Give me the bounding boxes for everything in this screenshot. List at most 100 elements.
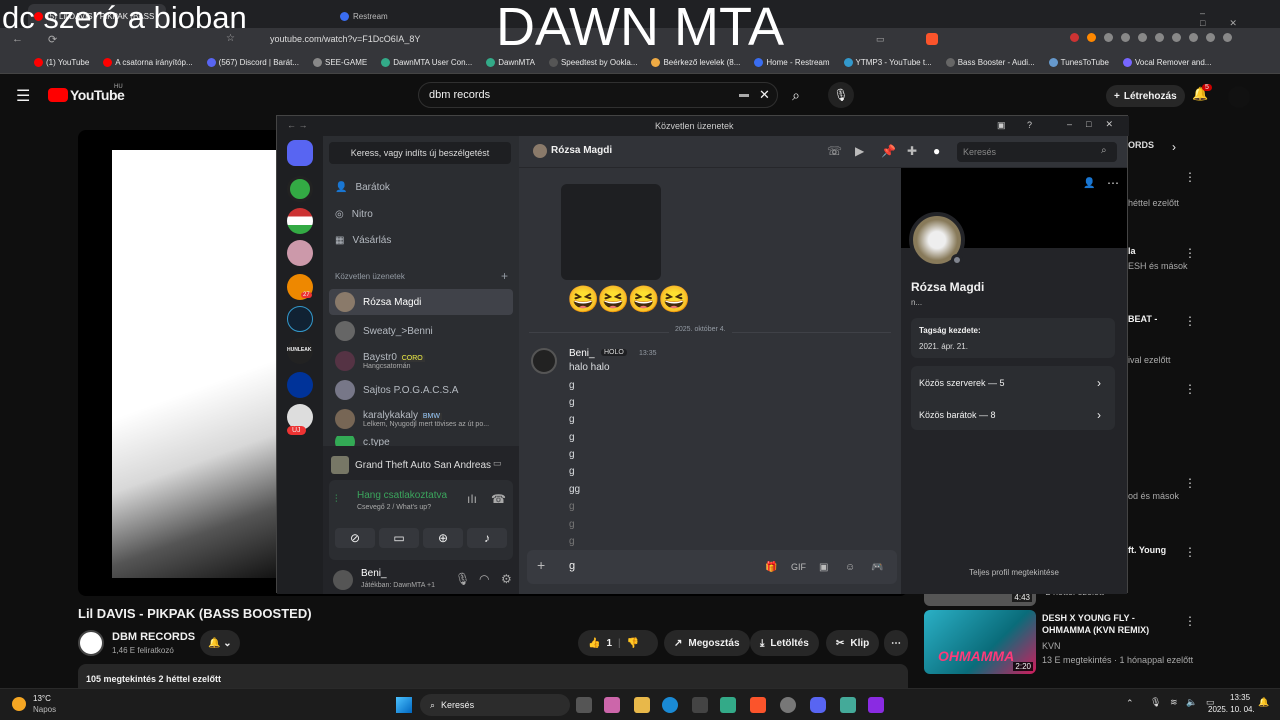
more-vert-icon[interactable]: ⋮ xyxy=(1184,476,1196,490)
weather-sun-icon[interactable] xyxy=(12,697,26,711)
search-input[interactable]: dbm records ▬ ✕ xyxy=(418,82,778,108)
user-profile-icon[interactable]: ● xyxy=(933,144,940,158)
user-avatar[interactable] xyxy=(333,570,353,590)
server-icon[interactable]: HUNLEAK xyxy=(287,338,313,364)
gift-icon[interactable]: 🎁 xyxy=(765,562,777,573)
app-icon[interactable] xyxy=(868,697,884,713)
subscribed-bell-button[interactable]: 🔔 ⌄ xyxy=(200,630,240,656)
screenshot-attachment[interactable] xyxy=(561,184,661,280)
dm-item[interactable]: karalykakaly BMW Lelkem, Nyugodjl mert tö… xyxy=(329,404,513,434)
nav-nitro[interactable]: ◎ Nitro xyxy=(329,201,513,227)
message-author[interactable]: Beni_ xyxy=(569,348,595,359)
discord-taskbar-icon[interactable] xyxy=(810,697,826,713)
tab-restream[interactable]: Restream xyxy=(334,4,474,28)
description-box[interactable]: 105 megtekintés 2 héttel ezelőtt xyxy=(78,664,908,690)
url-field[interactable]: youtube.com/watch?v=F1DcO6IA_8Y xyxy=(270,34,420,44)
discord-window-controls[interactable]: –□✕ xyxy=(1067,119,1127,130)
window-controls[interactable]: –□✕ xyxy=(1200,8,1280,29)
clock-time[interactable]: 13:35 xyxy=(1230,693,1250,702)
more-icon[interactable]: ⋯ xyxy=(1107,176,1119,190)
windows-start-icon[interactable] xyxy=(396,697,412,713)
camera-icon[interactable]: ⊘ xyxy=(335,528,375,548)
side-video-thumbnail[interactable]: OHMAMMA 2:20 xyxy=(924,610,1036,674)
server-icon[interactable] xyxy=(287,240,313,266)
more-vert-icon[interactable]: ⋮ xyxy=(1184,170,1196,184)
dm-search-input[interactable]: Keress, vagy indíts új beszélgetést xyxy=(329,142,511,164)
store-icon[interactable] xyxy=(692,697,708,713)
server-icon[interactable] xyxy=(287,176,313,202)
bookmark-item[interactable]: (567) Discord | Barát... xyxy=(206,58,299,67)
file-explorer-icon[interactable] xyxy=(634,697,650,713)
message-avatar[interactable] xyxy=(531,348,557,374)
chevron-right-icon[interactable]: › xyxy=(1097,376,1101,390)
voice-channel[interactable]: Csevegő 2 / What's up? xyxy=(357,504,431,511)
search-icon[interactable]: ⌕ xyxy=(778,82,814,108)
bookmark-item[interactable]: Home - Restream xyxy=(754,58,830,67)
copilot-icon[interactable] xyxy=(604,697,620,713)
avatar[interactable] xyxy=(1228,86,1250,108)
screen-share-icon[interactable]: ▭ xyxy=(379,528,419,548)
soundboard-icon[interactable]: ♪ xyxy=(467,528,507,548)
mutual-servers-link[interactable]: Közös szerverek — 5 xyxy=(919,378,1005,388)
inbox-icon[interactable]: ▣ xyxy=(997,120,1006,131)
cast-icon[interactable]: ▭ xyxy=(876,34,885,45)
add-dm-icon[interactable]: + xyxy=(501,269,508,283)
mutual-friends-link[interactable]: Közös barátok — 8 xyxy=(919,410,996,420)
headphones-icon[interactable]: ◠ xyxy=(479,572,489,586)
side-video-channel[interactable]: KVN xyxy=(1042,641,1061,651)
bookmark-item[interactable]: YTMP3 - YouTube t... xyxy=(843,58,932,67)
help-icon[interactable]: ? xyxy=(1027,120,1032,130)
bookmark-item[interactable]: SEE-GAME xyxy=(313,58,367,67)
add-member-icon[interactable]: ✚ xyxy=(907,144,917,158)
bookmark-item[interactable]: Bass Booster - Audi... xyxy=(945,58,1035,67)
clear-icon[interactable]: ✕ xyxy=(759,87,770,103)
pin-icon[interactable]: 📌 xyxy=(881,144,896,158)
taskbar-search[interactable]: ⌕ Keresés xyxy=(420,694,570,716)
game-controller-icon[interactable]: 🎮 xyxy=(871,562,883,573)
bookmark-item[interactable]: A csatorna irányítóp... xyxy=(103,58,193,67)
share-button[interactable]: ↗ Megosztás xyxy=(664,630,750,656)
bookmark-item[interactable]: Beérkező levelek (8... xyxy=(651,58,740,67)
discord-home-icon[interactable] xyxy=(287,140,313,166)
sticker-icon[interactable]: ▣ xyxy=(819,562,828,573)
server-icon[interactable] xyxy=(287,306,313,332)
app-icon[interactable] xyxy=(720,697,736,713)
mic-icon[interactable]: 🎙 xyxy=(455,572,470,586)
nav-arrows-icon[interactable]: ← → xyxy=(287,120,308,130)
bookmark-item[interactable]: Speedtest by Ookla... xyxy=(548,58,637,67)
emoji-icon[interactable]: ☺ xyxy=(845,562,855,573)
wifi-icon[interactable]: ≋ xyxy=(1170,697,1178,708)
chevron-right-icon[interactable]: › xyxy=(1172,140,1176,154)
extensions-icons[interactable] xyxy=(1070,33,1250,47)
dm-item[interactable]: Rózsa Magdi xyxy=(329,289,513,315)
nav-friends[interactable]: 👤 Barátok xyxy=(329,174,513,200)
settings-gear-icon[interactable]: ⚙ xyxy=(501,572,512,586)
clock-date[interactable]: 2025. 10. 04. xyxy=(1208,705,1255,714)
dm-item[interactable]: Sweaty_>Benni xyxy=(329,318,513,344)
notification-bell-icon[interactable]: 🔔 xyxy=(1258,697,1269,708)
noise-icon[interactable]: ıIı xyxy=(467,492,477,506)
brave-shield-icon[interactable] xyxy=(926,33,938,45)
message-input[interactable]: + g xyxy=(527,550,897,584)
nav-shop[interactable]: ▦ Vásárlás xyxy=(329,227,513,253)
mic-icon[interactable]: 🎙 xyxy=(828,82,854,108)
call-icon[interactable]: ☏ xyxy=(827,144,842,158)
app-icon[interactable] xyxy=(840,697,856,713)
more-vert-icon[interactable]: ⋮ xyxy=(1184,545,1196,559)
keyboard-icon[interactable]: ▬ xyxy=(739,89,749,100)
dm-item[interactable]: Sajtos P.O.G.A.C.S.A xyxy=(329,377,513,403)
like-button[interactable]: 👍 1 | 👎 xyxy=(578,630,658,656)
server-icon[interactable] xyxy=(287,208,313,234)
tray-chevron-icon[interactable]: ⌃ xyxy=(1126,698,1134,709)
download-button[interactable]: ⤓ Letöltés xyxy=(750,630,819,656)
game-activity[interactable]: Grand Theft Auto San Andreas xyxy=(331,454,511,476)
task-view-icon[interactable] xyxy=(576,697,592,713)
chevron-right-icon[interactable]: › xyxy=(1097,408,1101,422)
add-friend-icon[interactable]: 👤 xyxy=(1083,178,1095,189)
chat-search-input[interactable]: Keresés ⌕ xyxy=(957,142,1117,162)
attach-plus-icon[interactable]: + xyxy=(537,557,545,573)
more-vert-icon[interactable]: ⋮ xyxy=(1184,246,1196,260)
channel-avatar[interactable] xyxy=(78,630,104,656)
side-video-title[interactable]: DESH X YOUNG FLY - OHMAMMA (KVN REMIX) xyxy=(1042,612,1182,636)
bookmark-item[interactable]: Vocal Remover and... xyxy=(1122,58,1211,67)
